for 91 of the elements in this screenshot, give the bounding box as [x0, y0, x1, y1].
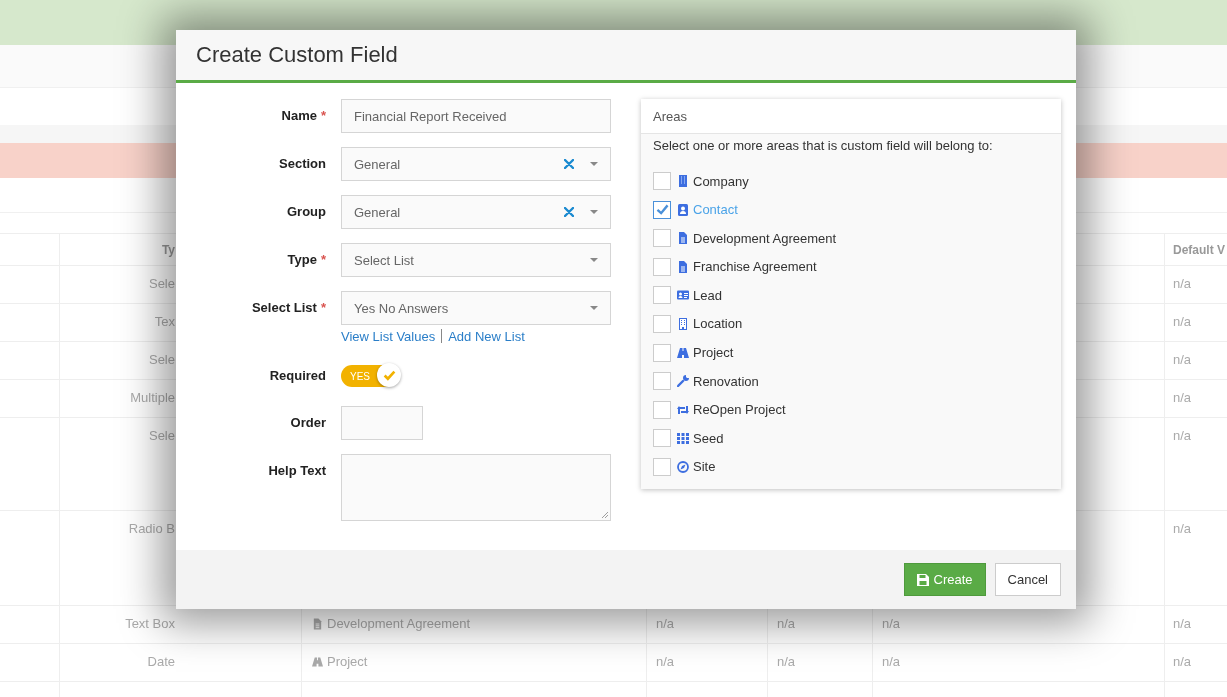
road-icon [677, 346, 689, 359]
table-cell: Text Box [125, 616, 175, 631]
link[interactable]: Add New List [448, 328, 525, 344]
text-area[interactable] [341, 454, 611, 521]
input-field[interactable] [341, 406, 423, 440]
checkbox-label[interactable]: ReOpen Project [693, 402, 786, 418]
wrench-icon [677, 375, 689, 388]
field-label: Group [287, 203, 326, 221]
table-cell: Tex [154, 314, 175, 329]
field-label: Order [290, 414, 326, 432]
table-cell: Sele [148, 276, 175, 291]
field-label: Name [281, 107, 317, 125]
checkbox-label[interactable]: Renovation [693, 373, 759, 389]
table-cell: Development Agreement [327, 616, 471, 631]
road-icon [312, 656, 323, 668]
repeat-arrows-icon [677, 403, 689, 416]
checkbox[interactable] [653, 400, 671, 419]
table-cell: n/a [1173, 390, 1192, 405]
checkbox[interactable] [653, 286, 671, 305]
checkbox[interactable] [653, 172, 671, 190]
checkbox[interactable] [653, 429, 671, 448]
checkbox[interactable] [653, 229, 671, 248]
table-cell: n/a [1173, 654, 1192, 669]
select-field[interactable]: General [341, 147, 611, 181]
table-cell: n/a [777, 616, 796, 631]
table-cell: n/a [1173, 276, 1192, 291]
checkbox-label[interactable]: Company [693, 173, 749, 189]
building-icon [677, 175, 689, 187]
checkbox-label[interactable]: Location [693, 316, 743, 332]
id-card-icon [677, 289, 689, 302]
clear-icon[interactable] [564, 159, 574, 169]
checkbox[interactable] [653, 372, 671, 391]
select-field[interactable]: Select List [341, 243, 611, 277]
grid-icon [677, 432, 689, 445]
cancel-button[interactable]: Cancel [994, 563, 1061, 596]
table-cell: n/a [777, 654, 796, 669]
checkbox[interactable] [653, 343, 671, 362]
table-cell: Sele [148, 352, 175, 367]
table-cell: n/a [882, 654, 901, 669]
checkbox-label[interactable]: Site [693, 459, 716, 475]
field-label: Select List [251, 299, 317, 317]
table-cell: n/a [656, 616, 675, 631]
resize-grip-icon[interactable] [600, 510, 608, 518]
table-cell: Sele [148, 428, 175, 443]
checkbox-label[interactable]: Lead [693, 287, 722, 303]
field-label: Help Text [268, 462, 326, 480]
checkbox[interactable] [653, 314, 671, 333]
caret-icon [590, 162, 598, 166]
table-cell: n/a [1173, 352, 1192, 367]
instruction-text: Select one or more areas that is custom field will belong to: [653, 138, 994, 153]
field-label: Required [269, 367, 326, 385]
table-cell: n/a [1173, 314, 1192, 329]
table-cell: n/a [882, 616, 901, 631]
document-icon [677, 232, 689, 245]
check-icon [382, 369, 396, 381]
required-mark: * [320, 107, 326, 125]
caret-icon [590, 258, 598, 262]
caret-icon [590, 306, 598, 310]
required-mark: * [320, 299, 326, 317]
table-cell: Project [327, 654, 368, 669]
required-mark: * [320, 251, 326, 269]
checkbox-label[interactable]: Development Agreement [693, 230, 837, 246]
table-cell: n/a [656, 654, 675, 669]
contact-card-icon [677, 203, 689, 216]
select-field[interactable]: General [341, 195, 611, 229]
column-header: Default V [1173, 242, 1225, 257]
clear-icon[interactable] [564, 207, 574, 217]
table-cell: n/a [1173, 521, 1192, 536]
dialog-title: Create Custom Field [196, 42, 398, 68]
table-cell: n/a [1173, 616, 1192, 631]
checkbox[interactable] [653, 200, 671, 219]
compass-icon [677, 460, 689, 473]
checkbox-label[interactable]: Franchise Agreement [693, 259, 817, 275]
field-label: Section [279, 155, 326, 173]
field-label: Type [287, 251, 317, 269]
checkbox[interactable] [653, 257, 671, 276]
checkbox-label[interactable]: Project [693, 345, 734, 361]
link[interactable]: View List Values [341, 328, 436, 344]
select-field[interactable]: Yes No Answers [341, 291, 611, 325]
caret-icon [590, 210, 598, 214]
document-icon [312, 618, 323, 630]
table-cell: Radio B [128, 521, 175, 536]
panel-title: Areas [653, 108, 687, 124]
column-header: Ty [161, 242, 175, 257]
table-cell: n/a [1173, 428, 1192, 443]
text-field[interactable]: Financial Report Received [341, 99, 611, 133]
checkbox-label[interactable]: Seed [693, 430, 724, 446]
table-cell: Date [147, 654, 175, 669]
building-icon [677, 317, 689, 330]
document-icon [677, 260, 689, 273]
checkbox[interactable] [653, 457, 671, 476]
